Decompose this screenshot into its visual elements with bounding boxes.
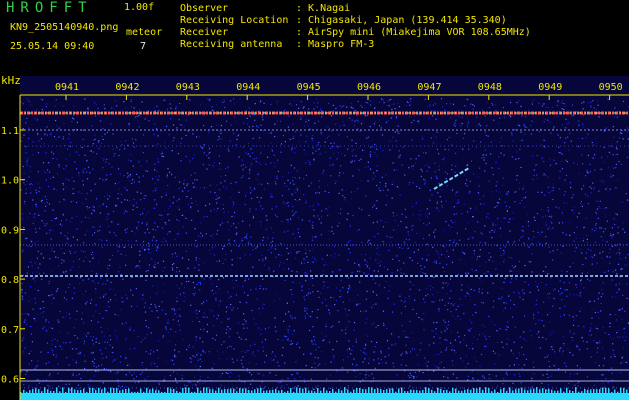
receiver-label: Receiver (180, 27, 229, 38)
x-tick-label: 0947 (417, 82, 441, 93)
observer-label: Observer (180, 3, 229, 14)
x-tick-label: 0950 (599, 82, 623, 93)
y-unit-label: kHz (1, 76, 21, 87)
x-tick-label: 0944 (236, 82, 260, 93)
location-label: Receiving Location (180, 15, 289, 26)
y-tick-label: 0.7 (1, 325, 19, 336)
x-tick-label: 0942 (115, 82, 139, 93)
header-panel: HROFFT 1.00f KN9_2505140940.png meteor 7… (0, 0, 629, 76)
baseline-band (20, 393, 629, 400)
file-name: KN9_2505140940.png (10, 22, 119, 33)
spectrogram-display: kHz 1.1 1.0 0.9 0.8 0.7 0.6 0941 0942 0943 0944 0… (0, 76, 629, 400)
x-tick-label: 0941 (55, 82, 79, 93)
app-title: HROFFT (6, 0, 93, 16)
baseline-spikes (20, 387, 628, 393)
x-tick-label: 0949 (538, 82, 562, 93)
x-tick-label: 0943 (176, 82, 200, 93)
y-tick-label: 0.8 (1, 275, 19, 286)
antenna-value: : Maspro FM-3 (296, 39, 375, 50)
x-tick-label: 0945 (297, 82, 321, 93)
location-value: : Chigasaki, Japan (139.414 35.340) (296, 15, 507, 26)
y-tick-label: 1.0 (1, 176, 19, 187)
observer-value: : K.Nagai (296, 3, 351, 14)
x-tick-label: 0946 (357, 82, 381, 93)
y-tick-label: 0.9 (1, 225, 19, 236)
mode-label: meteor (126, 27, 163, 38)
app-version: 1.00f (124, 2, 155, 13)
date-time: 25.05.14 09:40 (10, 41, 95, 52)
x-tick-label: 0948 (478, 82, 502, 93)
receiver-value: : AirSpy mini (Miakejima VOR 108.65MHz) (296, 27, 531, 38)
detection-count: 7 (140, 41, 147, 52)
antenna-label: Receiving antenna (180, 39, 283, 50)
y-tick-label: 0.6 (1, 375, 19, 386)
y-tick-label: 1.1 (1, 126, 19, 137)
